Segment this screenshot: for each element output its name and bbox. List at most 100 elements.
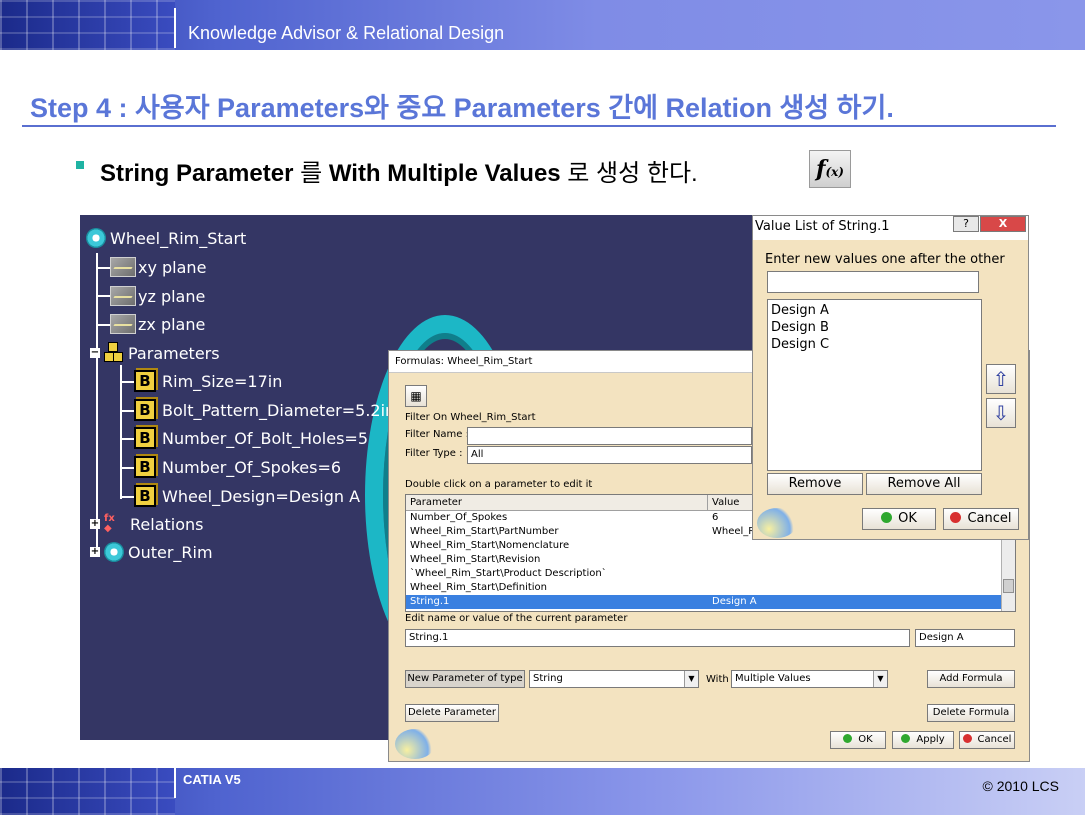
tree-connector xyxy=(120,467,134,469)
cancel-red-icon xyxy=(962,734,972,743)
boolean-parameter-icon: B xyxy=(134,370,156,392)
header-decoration xyxy=(0,0,175,50)
dropdown-arrow-icon[interactable]: ▼ xyxy=(873,671,887,687)
parameters-icon xyxy=(104,342,124,364)
values-list: Design A Design B Design C xyxy=(767,299,982,471)
new-parameter-button[interactable]: New Parameter of type xyxy=(405,670,525,688)
bullet-icon xyxy=(76,161,84,169)
fx-formula-icon[interactable]: f(x) xyxy=(809,150,851,188)
parameter-type-select[interactable]: String ▼ xyxy=(529,670,699,688)
tree-item-parameter[interactable]: B Number_Of_Spokes=6 xyxy=(134,456,341,478)
help-button[interactable]: ? xyxy=(953,216,979,232)
with-label: With xyxy=(706,674,729,685)
ok-label: OK xyxy=(898,511,917,526)
tree-item-parameters[interactable]: − Parameters xyxy=(90,342,220,364)
tree-item-parameter[interactable]: B Bolt_Pattern_Diameter=5.2in xyxy=(134,399,395,421)
row-value xyxy=(708,539,712,553)
cancel-label: Cancel xyxy=(977,734,1012,745)
tree-connector xyxy=(120,438,134,440)
value-list-ok-button[interactable]: OK xyxy=(862,508,936,530)
footer-decoration xyxy=(0,768,175,815)
with-select[interactable]: Multiple Values ▼ xyxy=(731,670,888,688)
move-up-arrow-icon[interactable]: ⇧ xyxy=(986,364,1016,394)
list-item[interactable]: Design A xyxy=(771,302,978,319)
ok-green-icon xyxy=(881,512,893,523)
import-icon[interactable]: ▦ xyxy=(405,385,427,407)
title-underline xyxy=(22,125,1056,127)
tree-item-yz-plane[interactable]: yz plane xyxy=(110,286,205,306)
boolean-parameter-icon: B xyxy=(134,399,156,421)
list-item[interactable]: Design B xyxy=(771,319,978,336)
remove-all-button[interactable]: Remove All xyxy=(866,473,982,495)
expand-icon[interactable]: + xyxy=(90,519,100,529)
parameter-label: Number_Of_Bolt_Holes=5 xyxy=(162,428,369,448)
row-value: Design A xyxy=(712,596,757,607)
close-button[interactable]: X xyxy=(980,216,1026,232)
filter-name-input[interactable] xyxy=(467,427,752,445)
delete-formula-button[interactable]: Delete Formula xyxy=(927,704,1015,722)
row-parameter: Number_Of_Spokes xyxy=(410,512,508,523)
table-row-selected[interactable]: String.1 Design A xyxy=(406,595,1001,609)
dialog-ornament xyxy=(395,729,435,759)
parameter-type-value: String xyxy=(533,673,563,684)
list-item[interactable]: Design C xyxy=(771,336,978,353)
footer-copyright: © 2010 LCS xyxy=(982,778,1059,794)
boolean-parameter-icon: B xyxy=(134,485,156,507)
tree-root[interactable]: Wheel_Rim_Start xyxy=(86,228,246,248)
filter-type-select[interactable]: All xyxy=(467,446,752,464)
tree-connector xyxy=(96,324,110,326)
filter-type-label: Filter Type : xyxy=(405,448,463,459)
edit-name-input[interactable]: String.1 xyxy=(405,629,910,647)
parameter-label: Bolt_Pattern_Diameter=5.2in xyxy=(162,400,396,420)
plane-icon xyxy=(110,286,136,306)
dialog-ornament xyxy=(757,508,797,538)
delete-parameter-button[interactable]: Delete Parameter xyxy=(405,704,499,722)
tree-connector xyxy=(96,253,98,553)
value-list-dialog: Value List of String.1 ? X Enter new val… xyxy=(752,215,1029,540)
move-down-arrow-icon[interactable]: ⇩ xyxy=(986,398,1016,428)
plane-icon xyxy=(110,257,136,277)
tree-item-xy-plane[interactable]: xy plane xyxy=(110,257,206,277)
parameter-label: Number_Of_Spokes=6 xyxy=(162,457,342,477)
apply-label: Apply xyxy=(916,734,945,745)
edit-value-input[interactable]: Design A xyxy=(915,629,1015,647)
table-row[interactable]: `Wheel_Rim_Start\Product Description` xyxy=(406,567,1015,581)
row-parameter: Wheel_Rim_Start\PartNumber xyxy=(410,526,559,537)
footer-product: CATIA V5 xyxy=(183,772,241,787)
value-prompt: Enter new values one after the other xyxy=(765,252,1005,267)
formulas-ok-button[interactable]: OK xyxy=(830,731,886,749)
double-click-hint: Double click on a parameter to edit it xyxy=(405,479,593,490)
table-row[interactable]: Wheel_Rim_Start\Revision xyxy=(406,553,1015,567)
tree-item-label: Outer_Rim xyxy=(128,542,213,562)
tree-item-label: Relations xyxy=(130,514,204,534)
remove-button[interactable]: Remove xyxy=(767,473,863,495)
bullet-text-part4: 로 생성 한다. xyxy=(560,160,698,187)
tree-item-outer-rim[interactable]: + Outer_Rim xyxy=(90,542,213,562)
expand-icon[interactable]: + xyxy=(90,547,100,557)
value-list-cancel-button[interactable]: Cancel xyxy=(943,508,1019,530)
formulas-cancel-button[interactable]: Cancel xyxy=(959,731,1015,749)
add-formula-button[interactable]: Add Formula xyxy=(927,670,1015,688)
tree-item-zx-plane[interactable]: zx plane xyxy=(110,314,205,334)
collapse-icon[interactable]: − xyxy=(90,348,100,358)
bullet-text-part3: With Multiple Values xyxy=(328,160,561,187)
edit-label: Edit name or value of the current parame… xyxy=(405,613,628,624)
ok-green-icon xyxy=(843,734,853,743)
tree-item-parameter[interactable]: B Wheel_Design=Design A xyxy=(134,485,360,507)
dropdown-arrow-icon[interactable]: ▼ xyxy=(684,671,698,687)
table-row[interactable]: Wheel_Rim_Start\Definition xyxy=(406,581,1015,595)
row-parameter: String.1 xyxy=(410,596,450,607)
tree-item-parameter[interactable]: B Rim_Size=17in xyxy=(134,370,282,392)
cancel-label: Cancel xyxy=(967,511,1012,526)
tree-item-label: Parameters xyxy=(128,343,220,363)
scrollbar-thumb[interactable] xyxy=(1003,579,1014,593)
tree-item-parameter[interactable]: B Number_Of_Bolt_Holes=5 xyxy=(134,427,368,449)
relations-icon: fx ◆ xyxy=(104,513,115,534)
tree-item-relations[interactable]: + fx ◆ Relations xyxy=(90,514,203,534)
with-value: Multiple Values xyxy=(735,673,811,684)
formulas-apply-button[interactable]: Apply xyxy=(892,731,954,749)
table-row[interactable]: Wheel_Rim_Start\Nomenclature xyxy=(406,539,1015,553)
row-value xyxy=(708,567,712,581)
new-value-input[interactable] xyxy=(767,271,979,293)
filter-type-value: All xyxy=(471,449,484,460)
